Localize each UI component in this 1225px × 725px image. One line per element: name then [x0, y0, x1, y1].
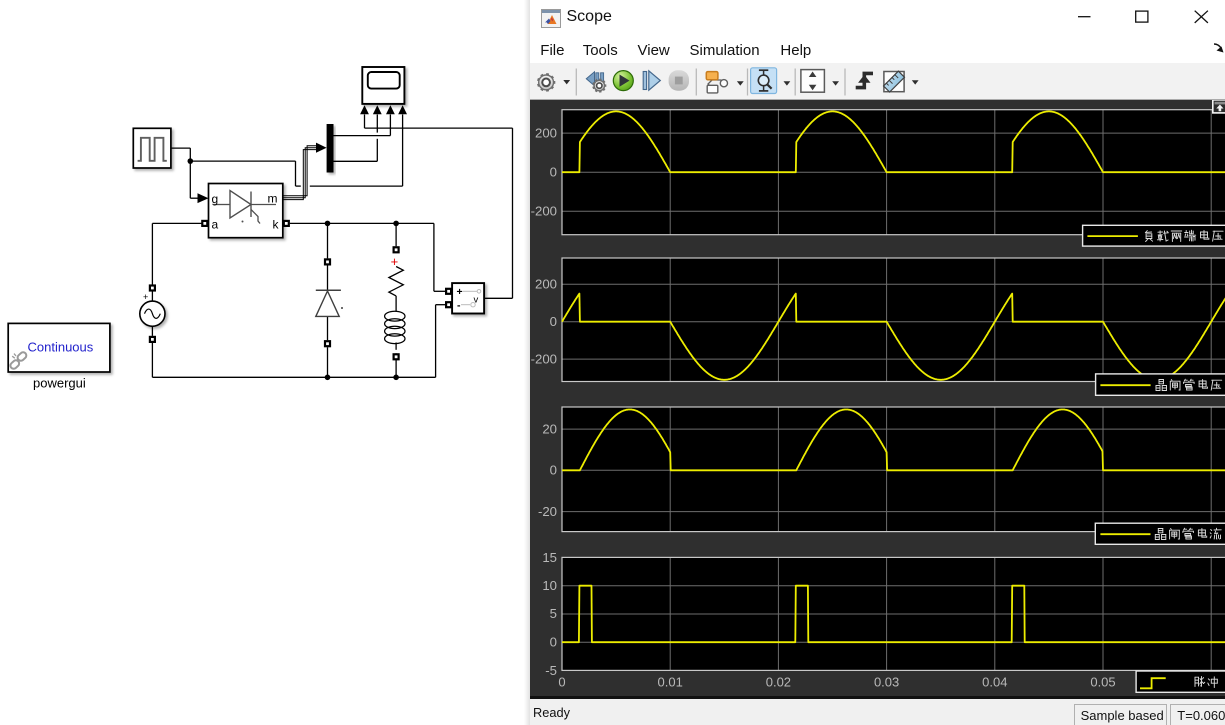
- svg-text:0: 0: [558, 675, 565, 690]
- svg-text:+: +: [143, 292, 148, 302]
- svg-text:0.02: 0.02: [766, 675, 791, 690]
- svg-text:-20: -20: [538, 504, 557, 519]
- svg-text:k: k: [273, 218, 280, 232]
- svg-text:200: 200: [535, 277, 557, 292]
- svg-text:Continuous: Continuous: [28, 340, 94, 355]
- svg-text:200: 200: [535, 125, 557, 140]
- svg-text:-: -: [457, 300, 461, 312]
- svg-text:-200: -200: [531, 351, 557, 366]
- svg-text:15: 15: [542, 550, 557, 565]
- svg-text:0: 0: [550, 463, 557, 478]
- svg-text:v: v: [474, 295, 479, 306]
- svg-text:10: 10: [542, 578, 557, 593]
- svg-text:5: 5: [550, 606, 557, 621]
- svg-text:a: a: [212, 218, 219, 232]
- svg-text:powergui: powergui: [33, 376, 86, 391]
- svg-text:0.05: 0.05: [1090, 675, 1115, 690]
- svg-text:0: 0: [550, 165, 557, 180]
- svg-text:0: 0: [550, 314, 557, 329]
- svg-text:-5: -5: [545, 663, 557, 678]
- svg-text:0.04: 0.04: [982, 675, 1007, 690]
- svg-text:0.01: 0.01: [658, 675, 683, 690]
- svg-text:m: m: [268, 192, 278, 206]
- svg-text:-200: -200: [531, 204, 557, 219]
- svg-text:0.03: 0.03: [874, 675, 899, 690]
- svg-text:20: 20: [542, 421, 557, 436]
- svg-text:g: g: [212, 192, 219, 206]
- svg-text:+: +: [457, 286, 463, 298]
- svg-text:0: 0: [550, 635, 557, 650]
